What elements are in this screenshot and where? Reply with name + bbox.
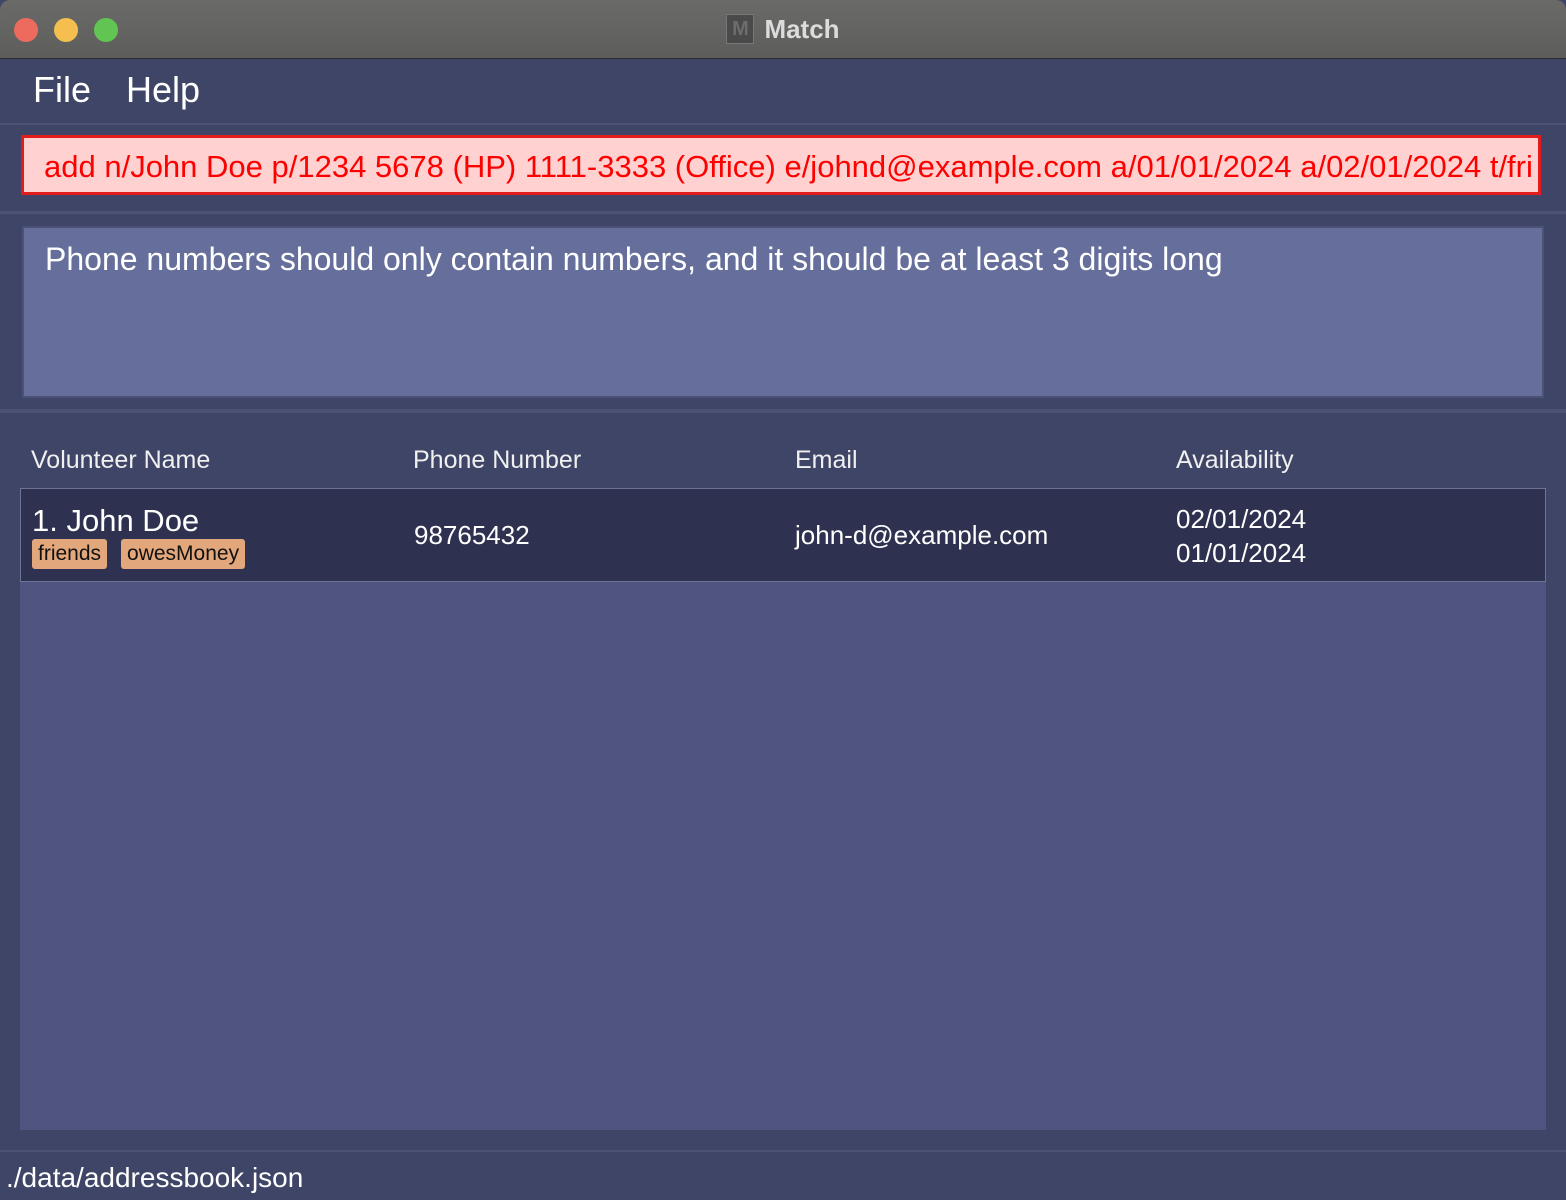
app-icon: M [726,14,755,44]
window-title-group: M Match [0,0,1566,58]
volunteer-list[interactable]: 1. John Doe friends owesMoney 98765432 j… [20,488,1546,1130]
menu-file[interactable]: File [33,69,91,111]
tag-badge: owesMoney [121,539,246,569]
result-display[interactable]: Phone numbers should only contain number… [22,226,1544,398]
save-file-path: ./data/addressbook.json [6,1162,304,1193]
result-message: Phone numbers should only contain number… [45,241,1223,277]
divider [0,409,1566,413]
availability-date: 02/01/2024 [1176,504,1307,534]
table-row[interactable]: 1. John Doe friends owesMoney 98765432 j… [20,488,1546,582]
availability-date: 01/01/2024 [1176,538,1307,568]
column-header-availability: Availability [1176,446,1294,474]
status-bar: ./data/addressbook.json [0,1150,1566,1200]
volunteer-name: 1. John Doe [32,503,200,538]
column-header-email: Email [795,446,858,474]
volunteer-phone: 98765432 [414,520,530,550]
column-header-name: Volunteer Name [31,446,211,474]
window-title: Match [764,13,840,44]
menu-bar: File Help [0,59,1566,125]
menu-help[interactable]: Help [126,69,200,111]
command-area: add n/John Doe p/1234 5678 (HP) 1111-333… [0,125,1566,214]
tag-badge: friends [32,539,108,569]
command-input-text: add n/John Doe p/1234 5678 (HP) 1111-333… [44,149,1533,184]
column-header-phone: Phone Number [413,446,582,474]
volunteer-email: john-d@example.com [795,520,1049,550]
command-input[interactable]: add n/John Doe p/1234 5678 (HP) 1111-333… [21,135,1541,195]
title-bar: M Match [0,0,1566,59]
table-header: Volunteer Name Phone Number Email Availa… [0,440,1566,484]
tag-list: friends owesMoney [32,539,246,569]
